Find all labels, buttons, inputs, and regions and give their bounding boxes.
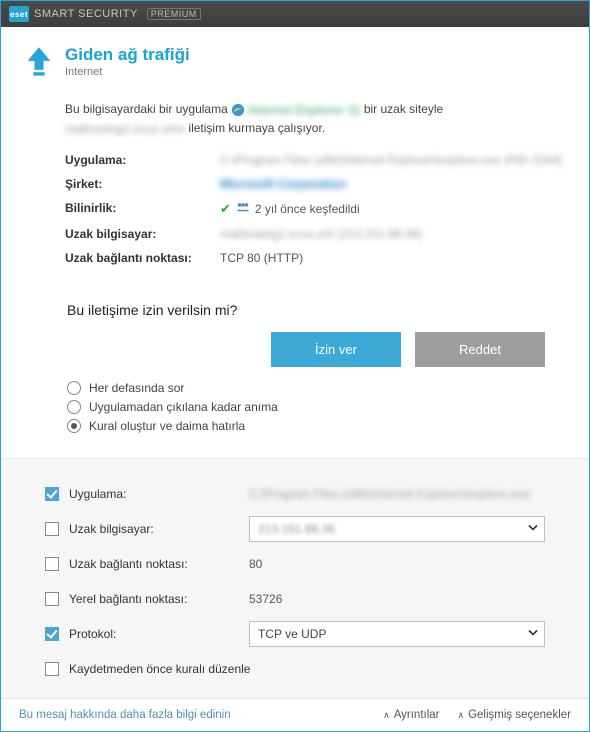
product-tag: PREMIUM [147, 8, 201, 20]
rule-label-remote-port: Uzak bağlantı noktası: [69, 557, 249, 571]
advanced-options-toggle[interactable]: ∧ Gelişmiş seçenekler [458, 709, 572, 721]
intro-text: Bu bilgisayardaki bir uygulama Internet … [65, 100, 565, 138]
label-remote-port: Uzak bağlantı noktası: [65, 251, 220, 265]
label-remote-computer: Uzak bilgisayar: [65, 227, 220, 241]
check-icon: ✔ [220, 201, 231, 217]
attributes-block: Uygulama: C:\Program Files (x86)\Interne… [65, 148, 565, 270]
radio-until-quit[interactable]: Uygulamadan çıkılana kadar anıma [67, 400, 565, 414]
radio-ask-every-time[interactable]: Her defasında sor [67, 381, 565, 395]
chevron-up-icon: ∧ [383, 710, 390, 721]
label-reputation: Bilinirlik: [65, 201, 220, 217]
rule-label-remote: Uzak bilgisayar: [69, 522, 249, 536]
checkbox-rule-protocol[interactable] [45, 627, 59, 641]
radio-create-rule[interactable]: Kural oluştur ve daima hatırla [67, 419, 565, 433]
more-info-link[interactable]: Bu mesaj hakkında daha fazla bilgi edini… [19, 709, 231, 721]
deny-button[interactable]: Reddet [415, 332, 545, 367]
details-toggle[interactable]: ∧ Ayrıntılar [383, 709, 439, 721]
dialog-subtitle: Internet [65, 66, 190, 78]
intro-app-blur: Internet Explorer 11 [248, 101, 360, 119]
value-remote-computer: malhosting1.ecus.orh (213.151.88.36) [220, 227, 422, 241]
people-icon [236, 201, 250, 216]
rule-input-remote[interactable] [249, 516, 545, 542]
checkbox-rule-remote[interactable] [45, 522, 59, 536]
rule-label-protocol: Protokol: [69, 627, 249, 641]
rules-panel: Uygulama: C:\Program Files (x86)\Interne… [1, 458, 589, 698]
label-application: Uygulama: [65, 153, 220, 167]
checkbox-rule-edit-before-save[interactable] [45, 662, 59, 676]
value-reputation: 2 yıl önce keşfedildi [255, 202, 360, 216]
value-company: Microsoft Corporation [220, 177, 346, 191]
product-name: SMART SECURITY [34, 8, 138, 20]
allow-button[interactable]: İzin ver [271, 332, 401, 367]
rule-select-protocol[interactable] [249, 621, 545, 647]
rule-label-edit-before-save: Kaydetmeden önce kuralı düzenle [69, 662, 250, 676]
radio-icon [67, 400, 81, 414]
value-application: C:\Program Files (x86)\Internet Explorer… [220, 153, 562, 167]
rule-value-remote-port: 80 [249, 557, 545, 571]
intro-site-blur: malhosting1.ecus.orhs [65, 120, 185, 138]
rule-label-app: Uygulama: [69, 487, 249, 501]
checkbox-rule-app[interactable] [45, 487, 59, 501]
titlebar: eset SMART SECURITY PREMIUM [1, 1, 589, 27]
dialog-window: eset SMART SECURITY PREMIUM Giden ağ tra… [0, 0, 590, 732]
app-icon [231, 102, 248, 116]
label-company: Şirket: [65, 177, 220, 191]
footer: Bu mesaj hakkında daha fazla bilgi edini… [1, 698, 589, 731]
outbound-arrow-icon [25, 45, 53, 82]
question-text: Bu iletişime izin verilsin mi? [67, 302, 565, 318]
chevron-up-icon: ∧ [458, 710, 465, 721]
rule-value-local-port: 53726 [249, 592, 545, 606]
value-remote-port: TCP 80 (HTTP) [220, 251, 303, 265]
rule-value-app: C:\Program Files (x86)\Internet Explorer… [249, 487, 530, 501]
radio-icon [67, 419, 81, 433]
checkbox-rule-remote-port[interactable] [45, 557, 59, 571]
dialog-title: Giden ağ trafiği [65, 45, 190, 65]
rule-label-local-port: Yerel bağlantı noktası: [69, 592, 249, 606]
checkbox-rule-local-port[interactable] [45, 592, 59, 606]
eset-logo-icon: eset [9, 6, 29, 22]
radio-icon [67, 381, 81, 395]
